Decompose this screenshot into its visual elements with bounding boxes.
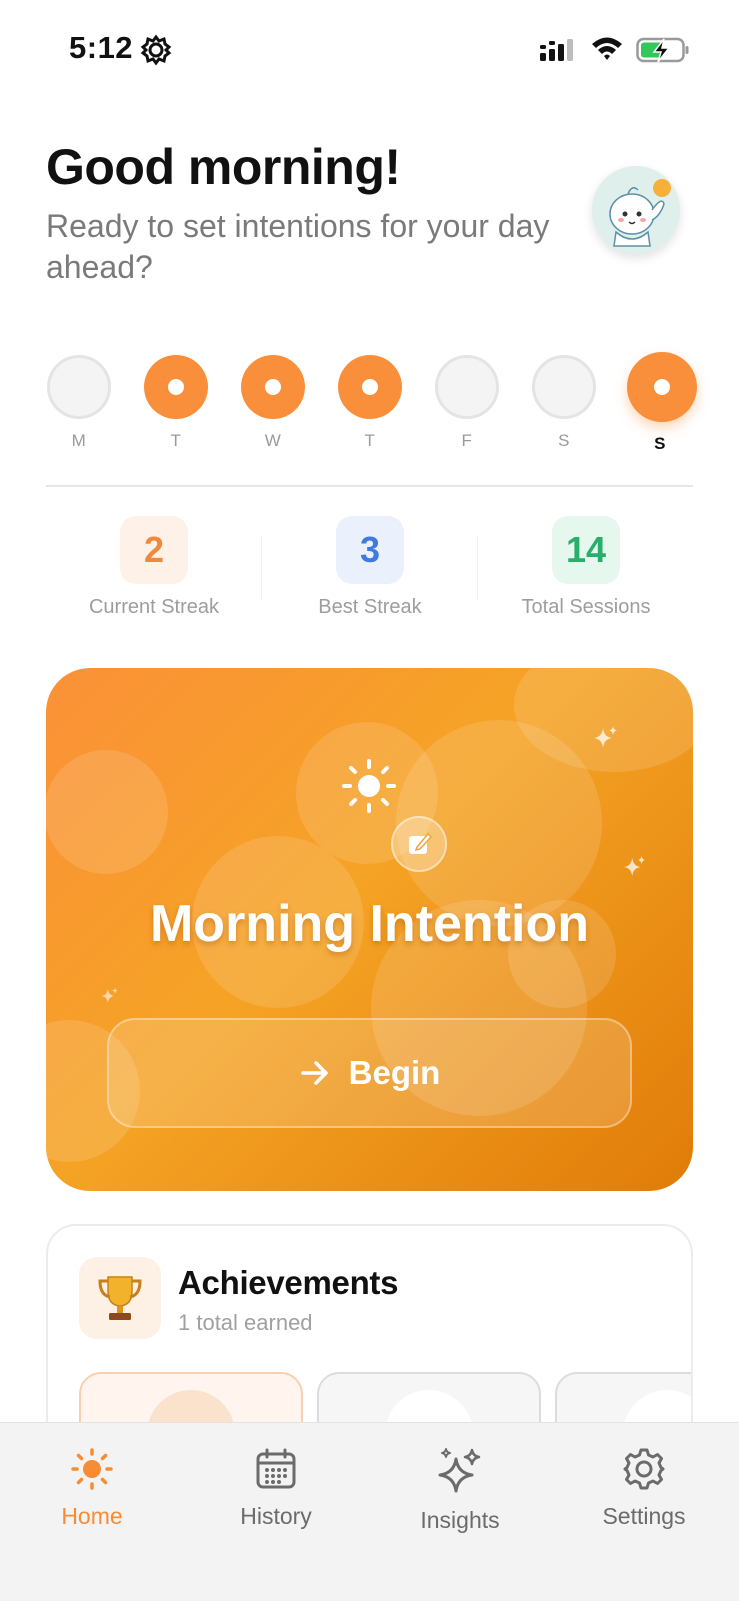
day-friday[interactable]: F: [434, 355, 500, 451]
stat-total-sessions: 14 Total Sessions: [478, 516, 694, 619]
stat-label: Best Streak: [318, 596, 422, 618]
tab-label: Settings: [602, 1503, 686, 1529]
page-subtitle: Ready to set intentions for your day ahe…: [46, 208, 550, 285]
sparkle-icon: [623, 855, 646, 877]
day-label: W: [264, 431, 282, 450]
sun-icon: [342, 759, 396, 813]
stat-value: 3: [336, 516, 404, 584]
day-indicator: [241, 355, 305, 419]
stats-row: 2 Current Streak 3 Best Streak 14 Total …: [46, 516, 693, 626]
divider: [46, 485, 693, 487]
day-label: T: [170, 431, 182, 450]
achievements-title: Achievements: [178, 1264, 399, 1301]
stat-best-streak: 3 Best Streak: [262, 516, 478, 619]
day-indicator: [435, 355, 499, 419]
day-indicator: [144, 355, 208, 419]
sparkle-icon: [594, 726, 617, 748]
day-label: F: [461, 431, 473, 450]
stat-label: Current Streak: [88, 596, 220, 618]
stat-label: Total Sessions: [521, 596, 651, 618]
arrow-right-icon: [300, 1061, 328, 1085]
day-label: S: [654, 434, 666, 453]
day-indicator: [532, 355, 596, 419]
settings-status-icon: [140, 34, 172, 66]
stat-value: 14: [551, 516, 621, 584]
status-bar: 5:12: [0, 0, 739, 100]
edit-icon: [391, 816, 447, 872]
begin-button[interactable]: Begin: [107, 1018, 632, 1128]
weekly-progress: M T W T F S S: [46, 352, 697, 455]
sparkles-icon: [438, 1448, 481, 1493]
day-thursday[interactable]: T: [337, 355, 403, 451]
calendar-icon: [256, 1448, 296, 1489]
day-tuesday[interactable]: T: [143, 355, 209, 451]
stat-value: 2: [120, 516, 188, 584]
tab-settings[interactable]: Settings: [552, 1447, 736, 1530]
tab-insights[interactable]: Insights: [368, 1447, 552, 1534]
day-label: M: [71, 431, 87, 450]
day-indicator: [47, 355, 111, 419]
begin-button-label: Begin: [348, 1054, 441, 1091]
status-time: 5:12: [69, 30, 134, 65]
achievements-subtitle: 1 total earned: [178, 1310, 313, 1335]
day-saturday[interactable]: S: [531, 355, 597, 451]
battery-charging-icon: [636, 37, 689, 63]
sun-icon: [71, 1448, 113, 1490]
day-sunday-today[interactable]: S: [627, 352, 697, 454]
tab-label: Home: [61, 1503, 123, 1529]
cellular-signal-icon: [540, 39, 573, 61]
card-title: Morning Intention: [149, 895, 589, 953]
mascot-avatar-icon: [592, 166, 680, 254]
trophy-icon: [79, 1257, 161, 1339]
page-title: Good morning!: [46, 139, 401, 195]
sparkle-icon: [101, 987, 118, 1004]
day-indicator: [338, 355, 402, 419]
tab-history[interactable]: History: [184, 1447, 368, 1530]
wifi-icon: [592, 37, 622, 60]
decor-bubble: [46, 750, 168, 874]
day-indicator: [627, 352, 697, 422]
day-label: S: [558, 431, 570, 450]
gear-icon: [623, 1448, 665, 1490]
avatar[interactable]: [592, 166, 680, 254]
tab-label: History: [240, 1503, 312, 1529]
morning-intention-card[interactable]: Morning Intention Begin: [46, 668, 693, 1191]
tab-label: Insights: [420, 1507, 500, 1533]
stat-current-streak: 2 Current Streak: [46, 516, 262, 619]
day-label: T: [364, 431, 376, 450]
tab-home[interactable]: Home: [0, 1447, 184, 1530]
bottom-tab-bar: Home History Insights Settings: [0, 1422, 739, 1601]
day-wednesday[interactable]: W: [240, 355, 306, 451]
day-monday[interactable]: M: [46, 355, 112, 451]
